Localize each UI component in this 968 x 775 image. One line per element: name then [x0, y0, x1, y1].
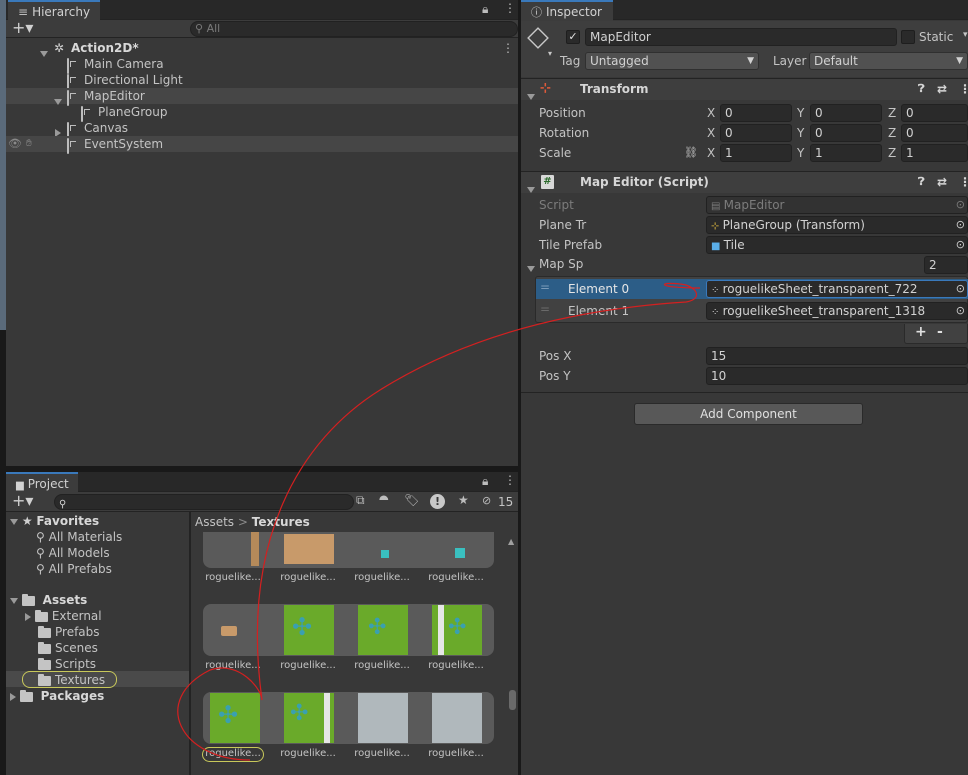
annotation-overlay: [177, 282, 701, 761]
annotation-arrow: [177, 282, 701, 761]
